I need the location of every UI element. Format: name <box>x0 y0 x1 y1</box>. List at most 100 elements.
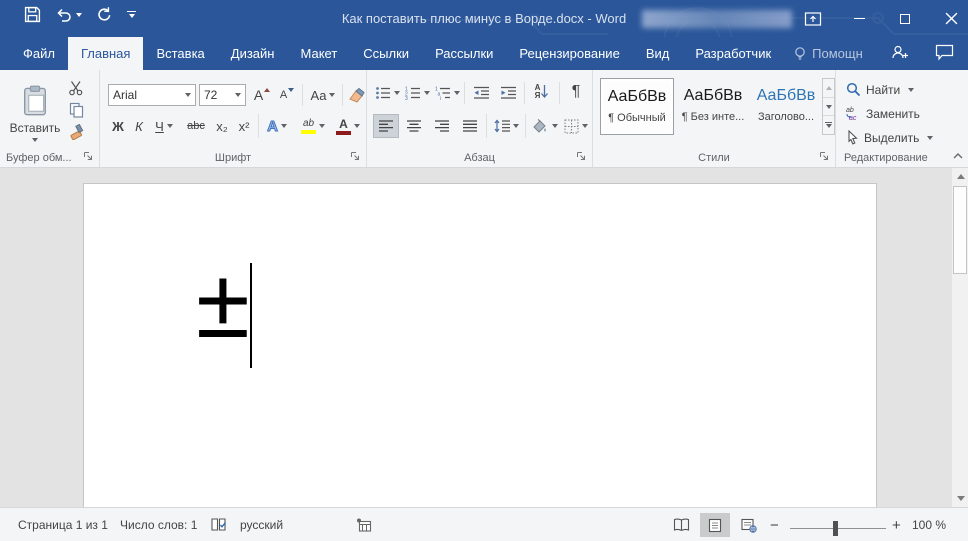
tab-tell-me[interactable]: Помощн <box>784 37 873 70</box>
subscript-button[interactable]: x₂ <box>212 114 232 138</box>
font-color-letter: А <box>339 118 348 130</box>
format-painter-button[interactable] <box>64 122 88 142</box>
change-case-button[interactable]: Aa <box>307 84 339 106</box>
scrollbar-down-icon <box>957 496 965 501</box>
bold-button[interactable]: Ж <box>108 114 128 138</box>
underline-caret <box>167 124 173 128</box>
find-button[interactable]: Найти <box>846 82 914 97</box>
multilevel-list-button[interactable]: 1ai <box>433 82 461 104</box>
group-font: Arial 72 А А Aa <box>100 70 367 167</box>
italic-label: К <box>135 119 143 134</box>
style-heading[interactable]: АаБбВв Заголово... <box>752 78 820 135</box>
style-no-spacing[interactable]: АаБбВв ¶ Без инте... <box>677 78 749 135</box>
borders-button[interactable] <box>561 114 591 138</box>
web-layout-button[interactable] <box>734 513 764 537</box>
tab-developer[interactable]: Разработчик <box>682 37 784 70</box>
paragraph-dialog-launcher[interactable] <box>576 151 588 163</box>
bold-label: Ж <box>112 119 124 134</box>
zoom-slider-track[interactable] <box>790 528 886 529</box>
align-right-button[interactable] <box>429 114 455 138</box>
font-name-combo[interactable]: Arial <box>108 84 196 106</box>
show-marks-button[interactable]: ¶ <box>564 80 588 104</box>
share-button[interactable] <box>891 44 909 64</box>
highlight-caret <box>319 124 325 128</box>
copy-button[interactable] <box>64 100 88 120</box>
grow-font-button[interactable]: А <box>250 84 274 106</box>
zoom-level-button[interactable]: 100 % <box>912 508 946 541</box>
tab-layout[interactable]: Макет <box>287 37 350 70</box>
align-center-button[interactable] <box>401 114 427 138</box>
tab-design[interactable]: Дизайн <box>218 37 288 70</box>
macro-record-button[interactable] <box>356 508 372 541</box>
styles-group-label: Стили <box>593 152 835 164</box>
close-button[interactable] <box>928 0 968 37</box>
print-layout-icon <box>708 518 722 533</box>
zoom-slider-thumb[interactable] <box>833 521 838 536</box>
font-group-label: Шрифт <box>100 152 366 164</box>
clear-formatting-button[interactable] <box>346 83 366 107</box>
align-left-button[interactable] <box>373 114 399 138</box>
shrink-font-arrow <box>288 88 294 92</box>
minimize-button[interactable] <box>836 0 882 37</box>
font-size-combo[interactable]: 72 <box>199 84 246 106</box>
tab-view[interactable]: Вид <box>633 37 683 70</box>
increase-indent-button[interactable] <box>495 82 521 104</box>
scroll-up-button[interactable] <box>952 168 968 185</box>
decrease-indent-button[interactable] <box>468 82 494 104</box>
font-color-button[interactable]: А <box>332 114 364 138</box>
styles-gallery-scroll <box>822 78 835 135</box>
styles-scroll-up-button[interactable] <box>823 79 834 98</box>
shading-button[interactable] <box>528 114 560 138</box>
ribbon-display-options-button[interactable] <box>790 0 836 37</box>
justify-button[interactable] <box>457 114 483 138</box>
bullets-button[interactable] <box>373 82 401 104</box>
page-indicator[interactable]: Страница 1 из 1 <box>18 508 108 541</box>
line-spacing-button[interactable] <box>490 114 522 138</box>
sort-button[interactable]: А Я <box>528 80 556 104</box>
zoom-in-button[interactable]: + <box>892 508 901 541</box>
paste-clipboard-icon <box>22 85 48 117</box>
numbering-button[interactable]: 123 <box>403 82 431 104</box>
cut-button[interactable] <box>64 78 88 98</box>
styles-more-button[interactable] <box>823 116 834 134</box>
comments-button[interactable] <box>935 44 954 64</box>
replace-button[interactable]: ab ac Заменить <box>846 106 920 121</box>
tab-mailings[interactable]: Рассылки <box>422 37 506 70</box>
tab-home[interactable]: Главная <box>68 37 143 70</box>
status-bar: Страница 1 из 1 Число слов: 1 русский <box>0 507 968 541</box>
font-dialog-launcher[interactable] <box>350 151 362 163</box>
highlight-color-button[interactable]: ab <box>296 114 330 138</box>
scrollbar-thumb[interactable] <box>953 186 967 274</box>
font-color-icon: А <box>336 118 351 135</box>
format-painter-icon <box>68 124 84 140</box>
zoom-out-button[interactable]: − <box>770 508 779 541</box>
superscript-button[interactable]: x² <box>234 114 254 138</box>
clipboard-dialog-launcher[interactable] <box>83 151 95 163</box>
print-layout-button[interactable] <box>700 513 730 537</box>
collapse-ribbon-button[interactable] <box>952 150 964 162</box>
tab-file[interactable]: Файл <box>10 37 68 70</box>
sort-arrow <box>540 84 549 100</box>
text-effects-button[interactable]: А <box>262 114 292 138</box>
read-mode-button[interactable] <box>666 513 696 537</box>
style-normal[interactable]: АаБбВв ¶ Обычный <box>600 78 674 135</box>
select-button[interactable]: Выделить <box>846 130 933 145</box>
underline-button[interactable]: Ч <box>150 114 178 138</box>
tab-review[interactable]: Рецензирование <box>506 37 632 70</box>
shrink-font-button[interactable]: А <box>276 84 298 106</box>
word-count[interactable]: Число слов: 1 <box>120 508 197 541</box>
scroll-down-button[interactable] <box>952 490 968 507</box>
styles-dialog-launcher[interactable] <box>819 151 831 163</box>
vertical-scrollbar[interactable] <box>951 168 968 507</box>
styles-scroll-down-button[interactable] <box>823 98 834 117</box>
borders-caret <box>582 124 588 128</box>
paste-button[interactable]: Вставить <box>8 76 62 150</box>
proofing-status-button[interactable] <box>210 508 227 541</box>
italic-button[interactable]: К <box>130 114 148 138</box>
document-page[interactable]: ± <box>83 183 877 507</box>
language-button[interactable]: русский <box>240 508 283 541</box>
strikethrough-button[interactable]: abc <box>182 114 210 138</box>
tab-insert[interactable]: Вставка <box>143 37 217 70</box>
tab-references[interactable]: Ссылки <box>350 37 422 70</box>
maximize-button[interactable] <box>882 0 928 37</box>
